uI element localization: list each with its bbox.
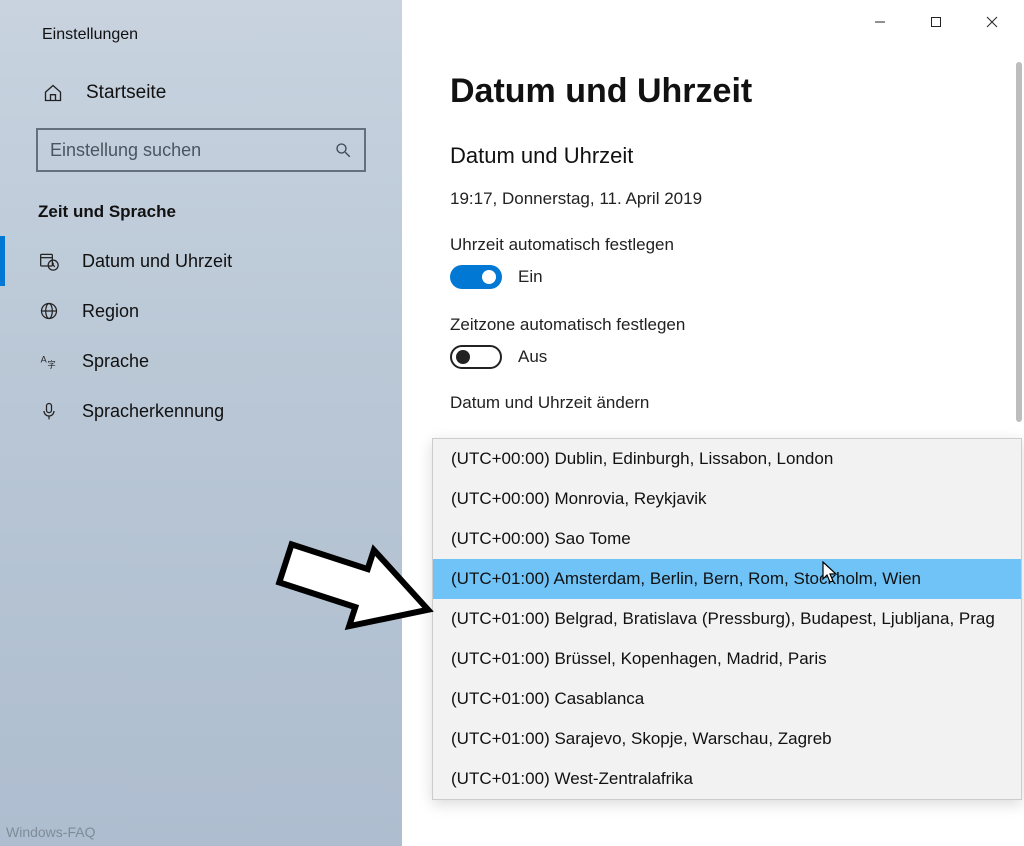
sidebar-home[interactable]: Startseite (0, 44, 402, 104)
sidebar-item-label: Datum und Uhrzeit (82, 251, 232, 272)
timezone-option[interactable]: (UTC+00:00) Sao Tome (433, 519, 1021, 559)
toggle-knob (456, 350, 470, 364)
current-datetime: 19:17, Donnerstag, 11. April 2019 (450, 189, 1024, 209)
toggle-time-auto[interactable] (450, 265, 502, 289)
app-title: Einstellungen (0, 0, 402, 44)
timezone-option[interactable]: (UTC+00:00) Monrovia, Reykjavik (433, 479, 1021, 519)
search-box[interactable] (36, 128, 366, 172)
globe-icon (38, 300, 60, 322)
sidebar: Einstellungen Startseite Zeit und Sprach… (0, 0, 402, 846)
titlebar (402, 0, 1024, 44)
sidebar-item-label: Sprache (82, 351, 149, 372)
microphone-icon (38, 400, 60, 422)
home-icon (42, 82, 64, 104)
svg-text:字: 字 (47, 360, 55, 370)
page-title: Datum und Uhrzeit (450, 72, 1024, 111)
section-title: Datum und Uhrzeit (450, 143, 1024, 169)
sidebar-item-label: Spracherkennung (82, 401, 224, 422)
toggle-tz-auto-state: Aus (518, 347, 547, 367)
calendar-clock-icon (38, 250, 60, 272)
timezone-option[interactable]: (UTC+01:00) Sarajevo, Skopje, Warschau, … (433, 719, 1021, 759)
sidebar-item-language[interactable]: A字 Sprache (0, 336, 402, 386)
content: Datum und Uhrzeit Datum und Uhrzeit 19:1… (402, 44, 1024, 411)
sidebar-category-label: Zeit und Sprache (0, 172, 402, 236)
change-datetime-label-partial: Datum und Uhrzeit ändern (450, 393, 1024, 411)
scrollbar-thumb[interactable] (1016, 62, 1022, 422)
timezone-option[interactable]: (UTC+01:00) Belgrad, Bratislava (Pressbu… (433, 599, 1021, 639)
sidebar-item-label: Region (82, 301, 139, 322)
timezone-option[interactable]: (UTC+01:00) West-Zentralafrika (433, 759, 1021, 799)
watermark: Windows-FAQ (6, 824, 95, 840)
toggle-tz-auto[interactable] (450, 345, 502, 369)
minimize-button[interactable] (852, 2, 908, 42)
toggle-time-auto-state: Ein (518, 267, 543, 287)
toggle-knob (482, 270, 496, 284)
timezone-option[interactable]: (UTC+00:00) Dublin, Edinburgh, Lissabon,… (433, 439, 1021, 479)
timezone-option[interactable]: (UTC+01:00) Casablanca (433, 679, 1021, 719)
search-icon (334, 141, 352, 159)
search-input[interactable] (50, 140, 334, 161)
timezone-option[interactable]: (UTC+01:00) Brüssel, Kopenhagen, Madrid,… (433, 639, 1021, 679)
language-icon: A字 (38, 350, 60, 372)
toggle-tz-auto-row: Aus (450, 345, 1024, 369)
timezone-option-selected[interactable]: (UTC+01:00) Amsterdam, Berlin, Bern, Rom… (433, 559, 1021, 599)
timezone-dropdown[interactable]: (UTC+00:00) Dublin, Edinburgh, Lissabon,… (432, 438, 1022, 800)
sidebar-home-label: Startseite (86, 82, 166, 104)
sidebar-item-speech[interactable]: Spracherkennung (0, 386, 402, 436)
close-button[interactable] (964, 2, 1020, 42)
sidebar-item-datetime[interactable]: Datum und Uhrzeit (0, 236, 402, 286)
sidebar-item-region[interactable]: Region (0, 286, 402, 336)
toggle-time-auto-row: Ein (450, 265, 1024, 289)
toggle-time-auto-label: Uhrzeit automatisch festlegen (450, 235, 1024, 255)
toggle-tz-auto-label: Zeitzone automatisch festlegen (450, 315, 1024, 335)
maximize-button[interactable] (908, 2, 964, 42)
